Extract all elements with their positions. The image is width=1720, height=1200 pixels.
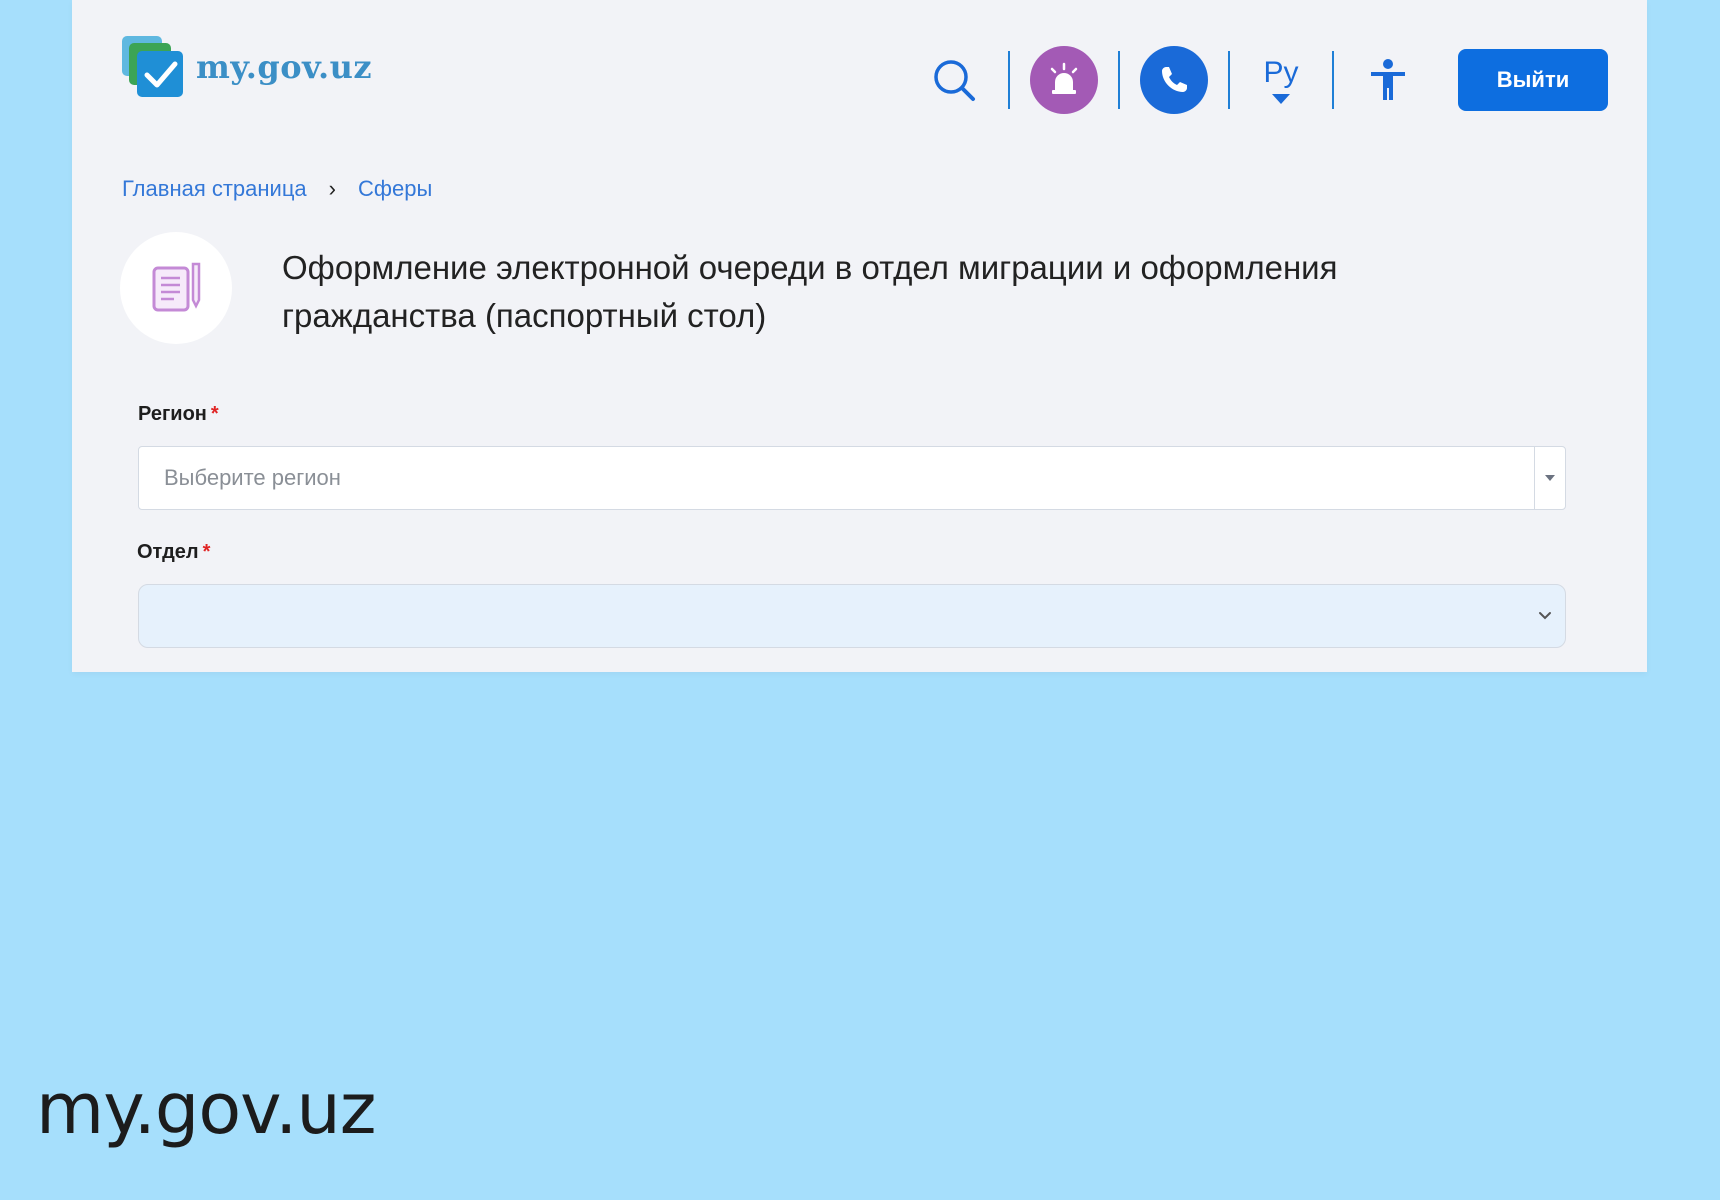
phone-icon	[1162, 67, 1187, 92]
department-label: Отдел *	[137, 541, 211, 563]
accessibility-icon	[1371, 59, 1405, 100]
required-mark: *	[202, 541, 211, 563]
document-pen-icon	[152, 262, 201, 312]
language-label: Ру	[1263, 56, 1299, 89]
logo-mark-icon	[122, 36, 184, 98]
chevron-down-icon	[1272, 94, 1290, 104]
phone-button[interactable]	[1140, 46, 1208, 114]
header-actions: Ру Выйти	[920, 44, 1608, 116]
logo-text: my.gov.uz	[196, 48, 373, 86]
required-mark: *	[210, 403, 219, 425]
search-icon	[934, 60, 975, 101]
breadcrumb-spheres-link[interactable]: Сферы	[358, 176, 432, 202]
emergency-button[interactable]	[1030, 46, 1098, 114]
brand-caption: my.gov.uz	[36, 1068, 376, 1150]
page-title: Оформление электронной очереди в отдел м…	[282, 249, 1338, 334]
breadcrumb-home-link[interactable]: Главная страница	[122, 176, 307, 202]
chevron-down-icon[interactable]	[1525, 611, 1565, 621]
breadcrumb: Главная страница › Сферы	[122, 176, 432, 202]
logout-button[interactable]: Выйти	[1458, 49, 1608, 111]
site-logo[interactable]: my.gov.uz	[122, 36, 372, 98]
breadcrumb-separator: ›	[328, 176, 336, 201]
page-card: my.gov.uz Ру Выйти Главная страница › Сф…	[72, 0, 1647, 672]
language-selector[interactable]: Ру	[1250, 56, 1312, 104]
alarm-siren-icon	[1050, 62, 1078, 94]
header-divider	[1008, 51, 1010, 109]
header-divider	[1118, 51, 1120, 109]
caret-down-icon[interactable]	[1535, 474, 1565, 482]
region-select-placeholder: Выберите регион	[164, 465, 341, 490]
header-divider	[1332, 51, 1334, 109]
accessibility-button[interactable]	[1354, 46, 1422, 114]
service-icon-badge	[120, 232, 232, 344]
region-select[interactable]: Выберите регион	[138, 446, 1566, 510]
search-button[interactable]	[920, 46, 988, 114]
department-select[interactable]	[138, 584, 1566, 648]
header-divider	[1228, 51, 1230, 109]
region-label: Регион *	[138, 403, 219, 425]
